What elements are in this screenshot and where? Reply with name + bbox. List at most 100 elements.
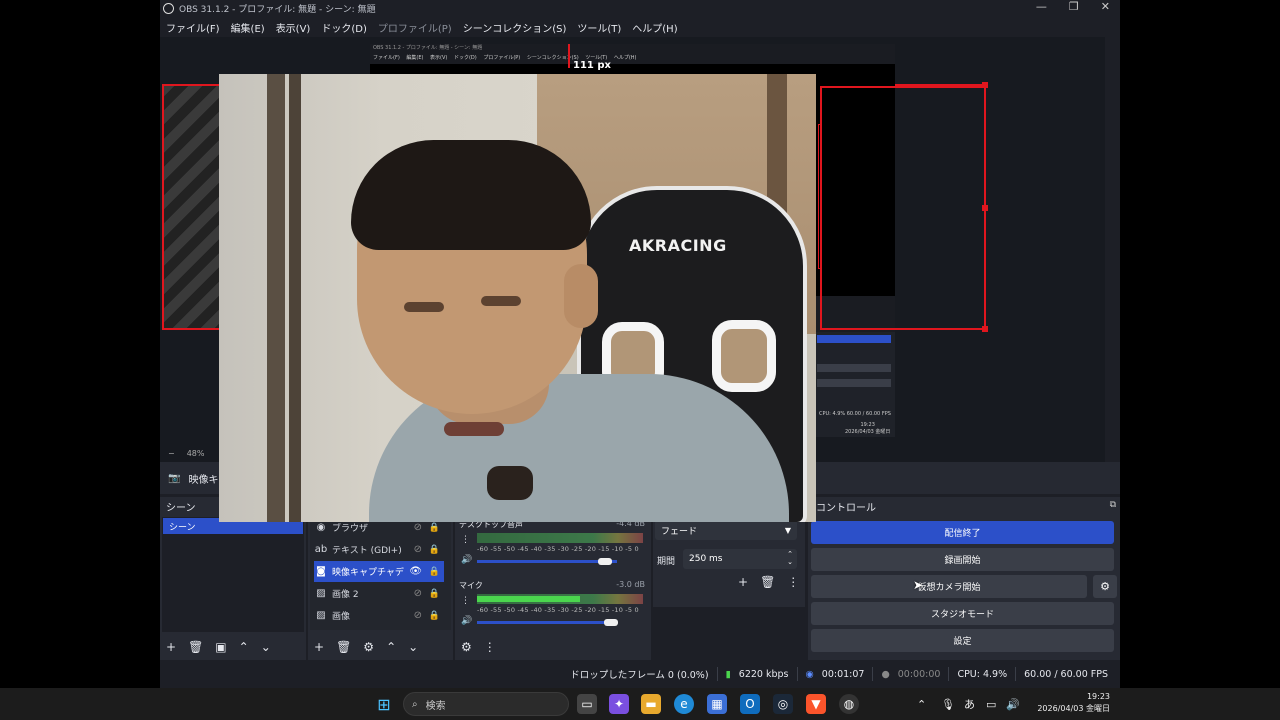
network-icon[interactable]: ▭ (986, 688, 996, 720)
nested-menu-item: プロファイル(P) (483, 55, 521, 61)
mic-volume-knob[interactable] (604, 619, 618, 626)
source-properties-icon[interactable]: ⚙ (363, 640, 374, 654)
scene-filter-icon[interactable]: ▣ (215, 640, 226, 654)
nested-menu-item: 表示(V) (430, 55, 448, 61)
kebab-menu-icon[interactable]: ⋮ (461, 596, 470, 606)
bitrate: 6220 kbps (738, 668, 789, 680)
move-down-icon[interactable]: ⌄ (408, 640, 418, 654)
source-item-video-capture[interactable]: ◙ 映像キャプチャデ 👁 🔒 (314, 561, 444, 582)
eye-icon[interactable]: 👁 (409, 566, 422, 577)
mic-volume-slider[interactable] (477, 621, 617, 624)
outlook-icon[interactable]: O (740, 694, 760, 714)
move-up-icon[interactable]: ⌃ (239, 640, 249, 654)
store-icon[interactable]: ▦ (707, 694, 727, 714)
transition-select[interactable]: フェード ▼ (655, 520, 797, 540)
kebab-menu-icon[interactable]: ⋮ (461, 535, 470, 545)
add-scene-icon[interactable]: + (166, 640, 176, 654)
undock-icon[interactable]: ⧉ (1110, 500, 1116, 510)
source-item-image-2[interactable]: ▨ 画像 2 ⊘ 🔒 (314, 583, 444, 604)
steam-icon[interactable]: ◎ (773, 694, 793, 714)
clock-time: 19:23 (1086, 692, 1110, 701)
duration-value: 250 ms (689, 554, 723, 564)
kebab-menu-icon[interactable]: ⋮ (484, 640, 496, 654)
minimize-button[interactable]: — (1036, 0, 1047, 13)
search-placeholder: 検索 (425, 700, 446, 712)
remove-transition-icon[interactable]: 🗑 (760, 575, 775, 589)
obs-taskbar-icon[interactable]: ◍ (839, 694, 859, 714)
menu-help[interactable]: ヘルプ(H) (632, 20, 677, 35)
menu-tools[interactable]: ツール(T) (577, 20, 621, 35)
windows-start-icon[interactable]: ⊞ (374, 694, 394, 714)
desktop-volume-knob[interactable] (598, 558, 612, 565)
dropdown-arrow-icon: ▼ (784, 525, 791, 535)
volume-icon[interactable]: 🔊 (1006, 688, 1020, 720)
menu-profile[interactable]: プロファイル(P) (378, 20, 452, 35)
person-eye (404, 302, 444, 312)
menu-dock[interactable]: ドック(D) (321, 20, 367, 35)
source-label: テキスト (GDI+) (332, 546, 402, 556)
move-up-icon[interactable]: ⌃ (386, 640, 396, 654)
move-down-icon[interactable]: ⌄ (261, 640, 271, 654)
divider (796, 667, 798, 681)
lock-icon[interactable]: 🔒 (429, 611, 440, 621)
duration-spinbox[interactable]: 250 ms ⌃ ⌄ (683, 549, 797, 569)
add-source-icon[interactable]: + (314, 640, 324, 654)
lock-icon[interactable]: 🔒 (429, 589, 440, 599)
virtual-camera-button[interactable]: 仮想カメラ開始 (811, 575, 1087, 598)
hidden-eye-icon[interactable]: ⊘ (414, 522, 422, 533)
menu-view[interactable]: 表示(V) (276, 20, 311, 35)
speaker-icon[interactable]: 🔊 (461, 616, 472, 626)
start-recording-button[interactable]: 録画開始 (811, 548, 1114, 571)
remove-source-icon[interactable]: 🗑 (336, 640, 351, 654)
obs-logo-icon (163, 3, 174, 14)
camera-icon: ◙ (316, 566, 326, 577)
speaker-icon[interactable]: 🔊 (461, 555, 472, 565)
mixer-toolbar: ⚙ ⋮ (455, 634, 651, 660)
file-explorer-icon[interactable]: ▬ (641, 694, 661, 714)
source-label: ブラウザ (332, 524, 369, 534)
source-item-text[interactable]: ab テキスト (GDI+) ⊘ 🔒 (314, 539, 444, 560)
lock-icon[interactable]: 🔒 (429, 545, 440, 555)
mic-label: マイク (459, 581, 483, 590)
copilot-icon[interactable]: ✦ (609, 694, 629, 714)
resize-handle[interactable] (982, 205, 988, 211)
menu-edit[interactable]: 編集(E) (231, 20, 265, 35)
zoom-out-button[interactable]: − (168, 449, 175, 458)
menu-bar: ファイル(F) 編集(E) 表示(V) ドック(D) プロファイル(P) シーン… (160, 17, 1120, 37)
resize-handle[interactable] (982, 82, 988, 88)
taskbar-clock[interactable]: 19:23 2026/04/03 金曜日 (1030, 691, 1110, 715)
advanced-audio-icon[interactable]: ⚙ (461, 640, 472, 654)
lock-icon[interactable]: 🔒 (429, 523, 440, 533)
stop-stream-button[interactable]: 配信終了 (811, 521, 1114, 544)
chair-cutout (712, 320, 776, 392)
hidden-eye-icon[interactable]: ⊘ (414, 544, 422, 555)
add-transition-icon[interactable]: + (738, 575, 748, 589)
lock-icon[interactable]: 🔒 (429, 567, 440, 577)
ime-indicator[interactable]: あ (964, 688, 975, 720)
hidden-eye-icon[interactable]: ⊘ (414, 610, 422, 621)
remove-scene-icon[interactable]: 🗑 (188, 640, 203, 654)
settings-button[interactable]: 設定 (811, 629, 1114, 652)
virtual-camera-settings-button[interactable]: ⚙ (1093, 575, 1117, 598)
menu-file[interactable]: ファイル(F) (166, 20, 220, 35)
edge-icon[interactable]: e (674, 694, 694, 714)
brave-icon[interactable]: ▼ (806, 694, 826, 714)
maximize-button[interactable]: ❐ (1069, 0, 1079, 13)
desktop-volume-slider[interactable] (477, 560, 617, 563)
tray-overflow-icon[interactable]: ⌃ (917, 688, 926, 720)
spin-arrows-icon[interactable]: ⌃ ⌄ (787, 550, 793, 566)
source-item-image[interactable]: ▨ 画像 ⊘ 🔒 (314, 605, 444, 626)
taskbar-search[interactable]: ⌕ 検索 (403, 692, 569, 716)
mouse-cursor-icon: ➤ (913, 578, 924, 592)
resize-handle[interactable] (982, 326, 988, 332)
menu-scene-collection[interactable]: シーンコレクション(S) (463, 20, 567, 35)
scenes-list: シーン (162, 517, 304, 632)
microphone-icon[interactable]: 🎙 (941, 688, 955, 720)
studio-mode-button[interactable]: スタジオモード (811, 602, 1114, 625)
door-frame (289, 74, 301, 522)
task-view-icon[interactable]: ▭ (577, 694, 597, 714)
kebab-menu-icon[interactable]: ⋮ (787, 575, 799, 589)
nested-bar (817, 379, 891, 387)
close-button[interactable]: ✕ (1101, 0, 1110, 13)
hidden-eye-icon[interactable]: ⊘ (414, 588, 422, 599)
